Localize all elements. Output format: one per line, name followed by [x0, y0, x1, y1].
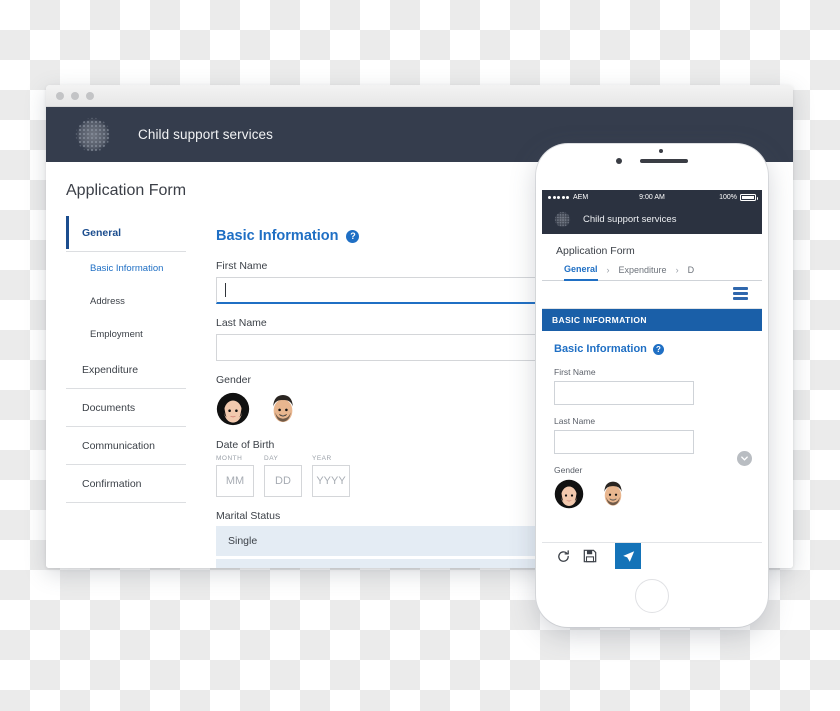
phone-first-name-label: First Name [554, 367, 596, 377]
dob-month-cell: MONTH MM [216, 455, 254, 497]
window-minimize-dot[interactable] [71, 91, 79, 100]
first-name-input[interactable] [216, 277, 536, 304]
section-title-label: Basic Information [216, 228, 339, 244]
window-maximize-dot[interactable] [86, 91, 94, 100]
earpiece-speaker-icon [640, 159, 688, 163]
send-icon [622, 550, 634, 562]
sidebar-item-label: Expenditure [82, 364, 139, 376]
front-camera-icon [616, 158, 622, 164]
sidebar-item-employment[interactable]: Employment [66, 318, 186, 351]
sidebar-item-basic-information[interactable]: Basic Information [66, 252, 186, 285]
sidebar-item-expenditure[interactable]: Expenditure [66, 351, 186, 389]
help-icon[interactable]: ? [652, 343, 664, 355]
send-button[interactable] [615, 543, 641, 569]
dob-day-input[interactable]: DD [264, 465, 302, 497]
home-button[interactable] [635, 579, 669, 613]
section-band: BASIC INFORMATION [542, 309, 762, 331]
battery-status: 100% [719, 193, 758, 201]
sensor-icon [659, 149, 663, 153]
phone-top-bezel [536, 144, 768, 190]
phone-section-title-label: Basic Information [554, 343, 647, 355]
sidebar-item-label: Employment [90, 329, 143, 340]
female-avatar-icon[interactable] [554, 479, 584, 509]
sidebar-item-label: General [82, 227, 122, 239]
dob-month-caption: MONTH [216, 455, 243, 462]
phone-toolbar [542, 281, 762, 309]
sidebar-item-general[interactable]: General [66, 214, 186, 252]
hamburger-icon[interactable] [733, 287, 748, 302]
phone-mockup: AEM 9:00 AM 100% Child support services … [536, 144, 768, 627]
halftone-dots-logo-icon [74, 115, 112, 154]
status-time: 9:00 AM [639, 193, 665, 201]
signal-strength-icon [548, 195, 569, 199]
dob-year-cell: YEAR YYYY [312, 455, 350, 497]
sidebar-item-label: Address [90, 296, 125, 307]
battery-icon [740, 193, 758, 201]
sidebar-item-label: Documents [82, 402, 136, 414]
text-caret [225, 283, 226, 297]
male-avatar-icon[interactable] [266, 392, 300, 426]
dob-day-caption: DAY [264, 455, 279, 462]
tab-documents[interactable]: D [688, 265, 695, 280]
chevron-down-icon [741, 456, 748, 461]
sidebar-item-label: Basic Information [90, 263, 164, 274]
sidebar-item-label: Communication [82, 440, 155, 452]
dob-year-caption: YEAR [312, 455, 332, 462]
phone-navbar: Child support services [542, 204, 762, 234]
tab-general[interactable]: General [564, 264, 598, 281]
tab-separator-icon: › [675, 265, 679, 275]
app-title: Child support services [138, 127, 274, 142]
tab-separator-icon: › [606, 265, 610, 275]
male-avatar-icon[interactable] [598, 479, 628, 509]
scroll-down-chevron-icon[interactable] [737, 451, 752, 466]
refresh-icon[interactable] [556, 549, 571, 564]
save-icon[interactable] [583, 549, 597, 563]
phone-bottom-toolbar [542, 542, 762, 569]
phone-form: Basic Information ? First Name Last Name… [542, 331, 762, 509]
marital-option-single[interactable]: Single [216, 526, 536, 556]
battery-percent-label: 100% [719, 193, 737, 201]
phone-last-name-input[interactable] [554, 430, 694, 454]
phone-first-name-input[interactable] [554, 381, 694, 405]
female-avatar-icon[interactable] [216, 392, 250, 426]
phone-screen: AEM 9:00 AM 100% Child support services … [542, 190, 762, 569]
phone-gender-label: Gender [554, 465, 583, 475]
tab-expenditure[interactable]: Expenditure [619, 265, 667, 280]
phone-gender-options [554, 479, 750, 509]
marital-option-married[interactable]: Married [216, 559, 536, 568]
window-close-dot[interactable] [56, 91, 64, 100]
halftone-dots-logo-icon [554, 210, 571, 228]
dob-day-cell: DAY DD [264, 455, 302, 497]
phone-app-title: Child support services [583, 213, 677, 225]
dob-year-input[interactable]: YYYY [312, 465, 350, 497]
help-icon[interactable]: ? [346, 229, 360, 243]
sidebar-item-confirmation[interactable]: Confirmation [66, 465, 186, 503]
browser-titlebar [46, 85, 793, 107]
phone-page-title: Application Form [556, 245, 635, 257]
last-name-input[interactable] [216, 334, 536, 361]
dob-month-input[interactable]: MM [216, 465, 254, 497]
sidebar-item-label: Confirmation [82, 478, 142, 490]
sidebar-item-address[interactable]: Address [66, 285, 186, 318]
sidebar-item-communication[interactable]: Communication [66, 427, 186, 465]
phone-tabs: General › Expenditure › D [542, 264, 762, 281]
carrier-label: AEM [573, 193, 589, 201]
status-bar: AEM 9:00 AM 100% [542, 190, 762, 204]
phone-section-title: Basic Information ? [554, 343, 750, 355]
sidebar-item-documents[interactable]: Documents [66, 389, 186, 427]
sidebar-nav: General Basic Information Address Employ… [46, 214, 186, 568]
phone-bottom-bezel [536, 569, 768, 627]
phone-last-name-label: Last Name [554, 416, 596, 426]
